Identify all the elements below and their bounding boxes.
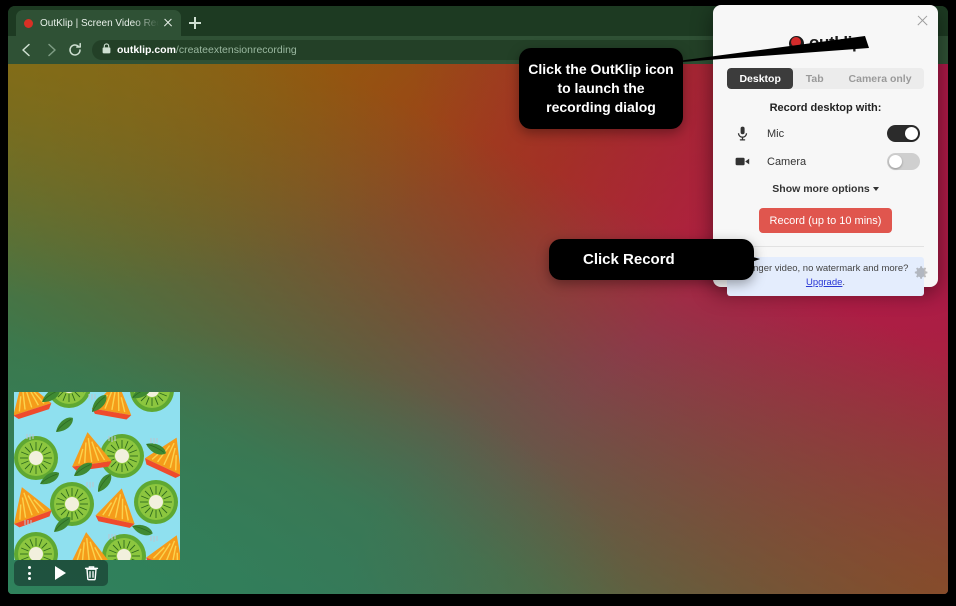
callout-extension-text: Click the OutKlip icon to launch the rec… bbox=[528, 60, 674, 116]
option-row-camera: Camera bbox=[727, 153, 924, 170]
mic-toggle-knob bbox=[905, 127, 918, 140]
gear-icon[interactable] bbox=[914, 265, 929, 280]
option-row-mic: Mic bbox=[727, 125, 924, 142]
option-label-mic: Mic bbox=[767, 127, 785, 140]
upgrade-link[interactable]: Upgrade bbox=[806, 277, 842, 288]
tab-title: OutKlip | Screen Video Recorde bbox=[40, 17, 159, 29]
screenshot-root: OutKlip | Screen Video Recorde bbox=[0, 0, 956, 606]
video-controls-bar bbox=[14, 560, 108, 586]
microphone-icon bbox=[731, 126, 753, 141]
chevron-down-icon bbox=[872, 187, 879, 192]
play-icon[interactable] bbox=[45, 560, 76, 586]
option-label-camera: Camera bbox=[767, 155, 807, 168]
mic-toggle[interactable] bbox=[887, 125, 920, 142]
trash-icon[interactable] bbox=[76, 560, 107, 586]
recording-mode-tabs: Desktop Tab Camera only bbox=[727, 68, 924, 89]
url-domain: outklip.com bbox=[117, 44, 176, 56]
forward-arrow-icon[interactable] bbox=[40, 39, 62, 61]
upgrade-text: Longer video, no watermark and more? bbox=[742, 263, 909, 274]
tab-favicon-icon bbox=[24, 18, 33, 28]
upgrade-suffix: . bbox=[842, 276, 846, 288]
camera-icon bbox=[731, 156, 753, 167]
camera-toggle[interactable] bbox=[887, 153, 920, 170]
show-more-options-label: Show more options bbox=[772, 183, 870, 195]
section-title: Record desktop with: bbox=[769, 102, 882, 114]
browser-tab[interactable]: OutKlip | Screen Video Recorde bbox=[16, 10, 181, 36]
reload-icon[interactable] bbox=[64, 39, 86, 61]
play-glyph bbox=[55, 566, 66, 580]
tab-close-icon[interactable] bbox=[161, 16, 175, 30]
callout-record: Click Record bbox=[549, 239, 754, 280]
callout-record-text: Click Record bbox=[583, 251, 675, 268]
url-path: /createextensionrecording bbox=[175, 44, 297, 56]
tab-camera-only[interactable]: Camera only bbox=[836, 68, 924, 89]
camera-toggle-knob bbox=[889, 155, 902, 168]
record-button[interactable]: Record (up to 10 mins) bbox=[759, 208, 892, 233]
show-more-options-button[interactable]: Show more options bbox=[727, 183, 924, 195]
kebab-glyph bbox=[28, 566, 31, 580]
url-text: outklip.com/createextensionrecording bbox=[117, 44, 297, 56]
callout-extension: Click the OutKlip icon to launch the rec… bbox=[519, 48, 683, 129]
lock-icon bbox=[102, 41, 111, 59]
more-options-icon[interactable] bbox=[14, 560, 45, 586]
back-arrow-icon[interactable] bbox=[16, 39, 38, 61]
popup-close-icon[interactable] bbox=[916, 14, 929, 27]
new-tab-button[interactable] bbox=[186, 14, 204, 32]
video-thumbnail[interactable] bbox=[14, 392, 180, 560]
tab-desktop[interactable]: Desktop bbox=[727, 68, 794, 89]
tab-tab[interactable]: Tab bbox=[793, 68, 836, 89]
